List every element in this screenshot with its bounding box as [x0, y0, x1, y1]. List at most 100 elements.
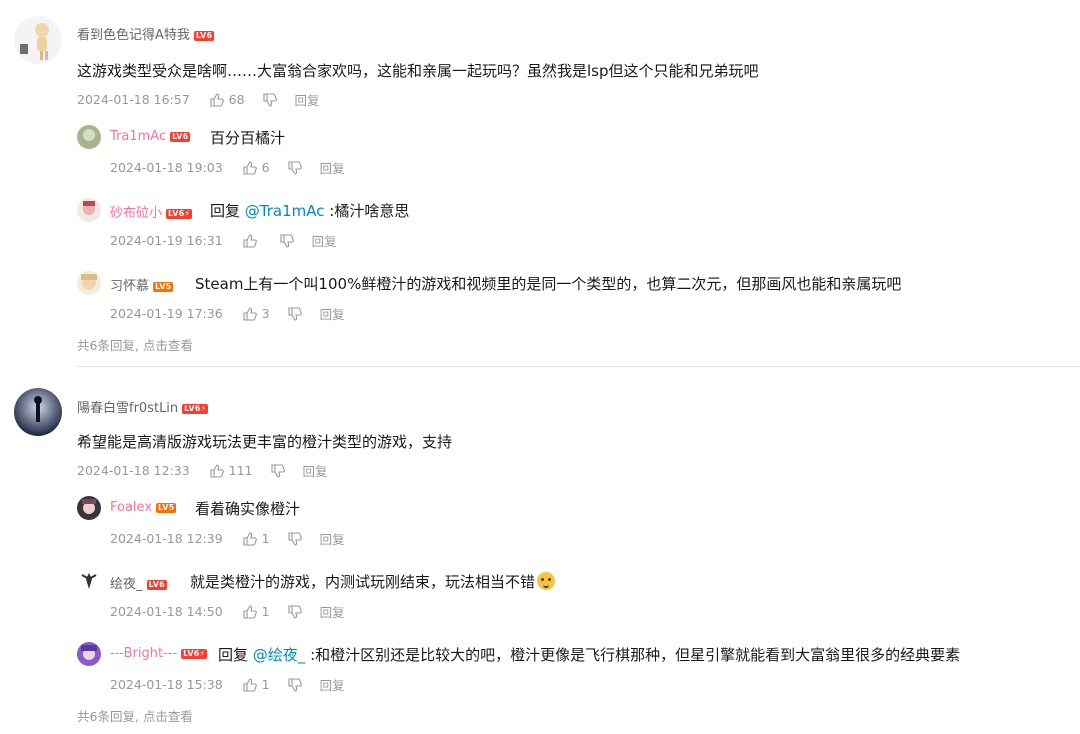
- like-count: 6: [261, 160, 270, 175]
- like-button[interactable]: 6: [243, 160, 270, 175]
- like-button[interactable]: [243, 233, 262, 248]
- timestamp: 2024-01-18 15:38: [110, 677, 223, 692]
- dislike-button[interactable]: [262, 92, 277, 107]
- reply-button[interactable]: 回复: [320, 675, 345, 694]
- timestamp: 2024-01-18 12:39: [110, 531, 223, 546]
- reply-username[interactable]: 绘夜_ LV6: [110, 573, 167, 592]
- reply-meta: 2024-01-18 15:38 1 回复: [110, 675, 345, 694]
- reply-username[interactable]: Foalex LV5: [110, 500, 177, 515]
- like-button[interactable]: 1: [243, 604, 270, 619]
- mention-link[interactable]: @Tra1mAc: [245, 202, 325, 220]
- thumb-up-icon: [243, 233, 257, 248]
- like-count: 111: [228, 463, 253, 478]
- username[interactable]: 陽春白雪fr0stLin LV6⚡: [77, 397, 209, 416]
- level-badge: LV5: [153, 281, 174, 292]
- thumb-down-icon: [270, 463, 285, 478]
- level-badge: LV6⚡: [166, 208, 193, 219]
- timestamp: 2024-01-18 14:50: [110, 604, 223, 619]
- like-button[interactable]: 1: [243, 677, 270, 692]
- divider: [77, 366, 1080, 367]
- comment-text: 希望能是高清版游戏玩法更丰富的橙汁类型的游戏，支持: [77, 433, 453, 451]
- thumb-down-icon: [288, 677, 302, 692]
- thumb-up-icon: [243, 604, 257, 619]
- level-badge: LV6: [193, 30, 215, 41]
- view-more-replies[interactable]: 共6条回复, 点击查看: [77, 335, 193, 354]
- comment-text: 这游戏类型受众是啥啊……大富翁合家欢吗，这能和亲属一起玩吗？虽然我是lsp但这个…: [77, 62, 759, 80]
- reply-button[interactable]: 回复: [320, 158, 345, 177]
- thumb-down-icon: [280, 233, 294, 248]
- reply-button[interactable]: 回复: [312, 231, 337, 250]
- mention-link[interactable]: @绘夜_: [253, 646, 306, 664]
- reply-meta: 2024-01-19 17:36 3 回复: [110, 304, 345, 323]
- level-badge: LV6: [170, 131, 191, 142]
- view-more-replies[interactable]: 共6条回复, 点击查看: [77, 706, 193, 725]
- reply-text: 回复 @绘夜_ :和橙汁区别还是比较大的吧，橙汁更像是飞行棋那种，但星引擎就能看…: [218, 646, 961, 664]
- reply-text: 就是类橙汁的游戏，内测试玩刚结束，玩法相当不错: [190, 571, 556, 592]
- reply-text: 看着确实像橙汁: [195, 500, 301, 518]
- thumb-up-icon: [243, 306, 257, 321]
- timestamp: 2024-01-19 16:31: [110, 233, 223, 248]
- reply-button[interactable]: 回复: [320, 304, 345, 323]
- dislike-button[interactable]: [288, 531, 302, 546]
- reply-username[interactable]: ---Bright--- LV6⚡: [110, 646, 208, 661]
- reply-text: 回复 @Tra1mAc :橘汁啥意思: [210, 202, 410, 220]
- avatar[interactable]: [77, 496, 101, 520]
- dislike-button[interactable]: [270, 463, 285, 478]
- reply-button[interactable]: 回复: [303, 461, 328, 480]
- like-count: 68: [228, 92, 245, 107]
- avatar[interactable]: [77, 198, 101, 222]
- thumb-down-icon: [288, 306, 302, 321]
- thumb-up-icon: [210, 463, 224, 478]
- reply-button[interactable]: 回复: [320, 602, 345, 621]
- thumb-down-icon: [288, 604, 302, 619]
- timestamp: 2024-01-18 16:57: [77, 92, 190, 107]
- reply-meta: 2024-01-19 16:31 回复: [110, 231, 337, 250]
- like-button[interactable]: 111: [210, 463, 253, 478]
- timestamp: 2024-01-19 17:36: [110, 306, 223, 321]
- level-badge: LV5: [156, 502, 177, 513]
- reply-button[interactable]: 回复: [320, 529, 345, 548]
- reply-text: 百分百橘汁: [210, 129, 286, 147]
- smile-emoji-icon: [537, 572, 556, 590]
- like-count: 3: [261, 306, 270, 321]
- like-button[interactable]: 68: [210, 92, 245, 107]
- reply-meta: 2024-01-18 12:39 1 回复: [110, 529, 345, 548]
- thumb-down-icon: [288, 531, 302, 546]
- dislike-button[interactable]: [288, 604, 302, 619]
- like-button[interactable]: 3: [243, 306, 270, 321]
- dislike-button[interactable]: [288, 677, 302, 692]
- thumb-up-icon: [243, 531, 257, 546]
- comment-meta: 2024-01-18 12:33 111 回复: [77, 461, 328, 480]
- thumb-up-icon: [210, 92, 224, 107]
- reply-text: Steam上有一个叫100%鲜橙汁的游戏和视频里的是同一个类型的，也算二次元，但…: [195, 275, 902, 293]
- avatar[interactable]: [14, 16, 62, 64]
- like-count: 1: [261, 531, 270, 546]
- timestamp: 2024-01-18 12:33: [77, 463, 190, 478]
- thumb-down-icon: [262, 92, 277, 107]
- like-count: 1: [261, 677, 270, 692]
- avatar[interactable]: [77, 125, 101, 149]
- reply-username[interactable]: Tra1mAc LV6: [110, 129, 191, 144]
- level-badge: LV6: [146, 579, 167, 590]
- avatar[interactable]: [77, 569, 101, 593]
- dislike-button[interactable]: [288, 160, 302, 175]
- dislike-button[interactable]: [280, 233, 294, 248]
- reply-username[interactable]: 砂布砬小 LV6⚡: [110, 202, 193, 221]
- level-badge: LV6⚡: [181, 648, 208, 659]
- avatar[interactable]: [77, 271, 101, 295]
- like-button[interactable]: 1: [243, 531, 270, 546]
- username[interactable]: 看到色色记得A特我 LV6: [77, 24, 215, 43]
- level-badge: LV6⚡: [182, 403, 209, 414]
- reply-username[interactable]: 习怀慕 LV5: [110, 275, 174, 294]
- comment-meta: 2024-01-18 16:57 68 回复: [77, 90, 320, 109]
- reply-meta: 2024-01-18 19:03 6 回复: [110, 158, 345, 177]
- like-count: 1: [261, 604, 270, 619]
- avatar[interactable]: [77, 642, 101, 666]
- reply-button[interactable]: 回复: [295, 90, 320, 109]
- dislike-button[interactable]: [288, 306, 302, 321]
- avatar[interactable]: [14, 388, 62, 436]
- thumb-up-icon: [243, 160, 257, 175]
- timestamp: 2024-01-18 19:03: [110, 160, 223, 175]
- reply-meta: 2024-01-18 14:50 1 回复: [110, 602, 345, 621]
- thumb-down-icon: [288, 160, 302, 175]
